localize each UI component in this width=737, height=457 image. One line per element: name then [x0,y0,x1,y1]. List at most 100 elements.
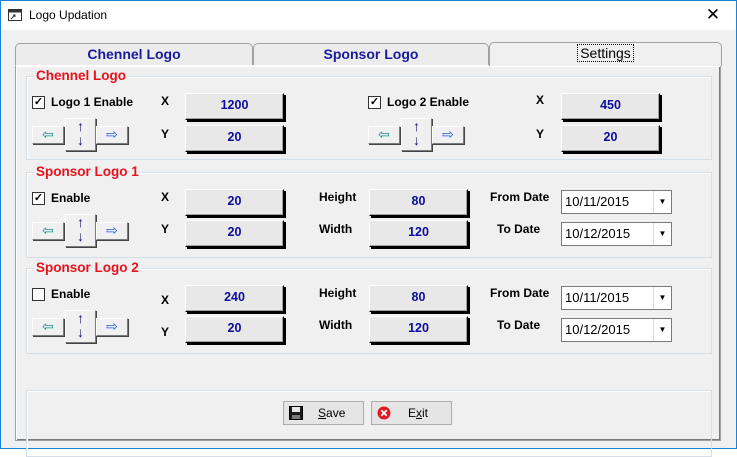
move-up-down-button[interactable]: ↑ ↓ [401,118,432,151]
arrow-down-icon: ↓ [77,132,84,148]
sponsor2-x-label: X [161,293,170,307]
save-accelerator: S [318,406,327,420]
logo2-enable-checkbox[interactable]: ✓ Logo 2 Enable [368,96,469,110]
tab-sponsor-logo[interactable]: Sponsor Logo [253,43,489,65]
sponsor2-height-value[interactable]: 80 [369,285,468,312]
move-left-button[interactable]: ⇦ [32,222,64,240]
save-button[interactable]: Save [283,401,364,425]
button-bar: Save Exit [26,390,712,457]
arrow-up-icon: ↑ [77,214,84,230]
sponsor1-x-value[interactable]: 20 [185,189,284,216]
arrow-left-icon: ⇦ [42,318,54,334]
move-up-down-button[interactable]: ↑ ↓ [65,214,96,247]
move-right-button[interactable]: ⇨ [96,318,128,336]
arrow-up-icon: ↑ [413,118,420,134]
move-right-button[interactable]: ⇨ [432,126,464,144]
arrow-left-icon: ⇦ [378,126,390,142]
check-icon: ✓ [368,96,381,109]
sponsor1-width-value[interactable]: 120 [369,220,468,247]
arrow-left-icon: ⇦ [42,126,54,142]
exit-label-suffix: it [422,406,429,420]
arrow-down-icon: ↓ [77,228,84,244]
sponsor1-height-value[interactable]: 80 [369,189,468,216]
dropdown-arrow-icon[interactable]: ▼ [653,319,671,341]
sponsor2-y-label: Y [161,325,170,339]
arrow-left-icon: ⇦ [42,222,54,238]
sponsor1-height-label: Height [319,190,357,204]
sponsor2-enable-label: Enable [51,287,91,301]
dropdown-arrow-icon[interactable]: ▼ [653,287,671,309]
move-left-button[interactable]: ⇦ [32,318,64,336]
tab-settings[interactable]: Settings [489,42,722,66]
sponsor2-enable-checkbox[interactable]: Enable [32,288,90,302]
move-right-button[interactable]: ⇨ [96,222,128,240]
logo1-x-label: X [161,94,170,108]
logo1-enable-checkbox[interactable]: ✓ Logo 1 Enable [32,96,133,110]
arrow-right-icon: ⇨ [106,222,118,238]
logo2-move-controls: ⇦ ↑ ↓ ⇨ [368,118,466,152]
sponsor1-from-date-value: 10/11/2015 [565,194,630,209]
sponsor1-move-controls: ⇦ ↑ ↓ ⇨ [32,214,130,248]
dropdown-arrow-icon[interactable]: ▼ [653,223,671,245]
close-window-button[interactable]: ✕ [690,1,736,30]
logo2-x-label: X [536,93,545,107]
sponsor2-y-value[interactable]: 20 [185,316,284,343]
move-left-button[interactable]: ⇦ [368,126,400,144]
sponsor2-from-date-label: From Date [490,286,550,300]
sponsor2-width-label: Width [319,318,353,332]
sponsor1-enable-label: Enable [51,191,91,205]
settings-panel: Chennel Logo ✓ Logo 1 Enable X 1200 Y 20 … [15,65,721,457]
sponsor1-from-date-picker[interactable]: 10/11/2015 ▼ [561,190,672,214]
arrow-right-icon: ⇨ [442,126,454,142]
window-title: Logo Updation [29,8,108,22]
sponsor1-to-date-label: To Date [497,222,541,236]
sponsor2-x-value[interactable]: 240 [185,285,284,312]
app-window-icon [8,9,22,21]
sponsor1-y-value[interactable]: 20 [185,220,284,247]
exit-button-label: Exit [408,402,428,424]
sponsor2-from-date-picker[interactable]: 10/11/2015 ▼ [561,286,672,310]
checkbox-empty-icon [32,288,45,301]
save-button-label: Save [318,402,345,424]
sponsor1-enable-checkbox[interactable]: ✓ Enable [32,192,90,206]
arrow-down-icon: ↓ [413,132,420,148]
logo2-enable-label: Logo 2 Enable [387,95,470,109]
logo-updation-window: Logo Updation ✕ Chennel Logo Sponsor Log… [0,0,737,457]
logo1-x-value[interactable]: 1200 [185,93,284,120]
sponsor2-to-date-picker[interactable]: 10/12/2015 ▼ [561,318,672,342]
chennel-logo-legend: Chennel Logo [34,68,128,83]
logo1-y-value[interactable]: 20 [185,125,284,152]
client-area: Chennel Logo Sponsor Logo Settings Chenn… [1,30,736,457]
exit-label-prefix: E [408,406,417,420]
move-right-button[interactable]: ⇨ [96,126,128,144]
move-up-down-button[interactable]: ↑ ↓ [65,310,96,343]
sponsor1-x-label: X [161,190,170,204]
logo2-x-value[interactable]: 450 [561,93,660,120]
check-icon: ✓ [32,192,45,205]
title-bar[interactable]: Logo Updation ✕ [1,1,736,30]
floppy-disk-icon [289,406,303,420]
arrow-up-icon: ↑ [77,118,84,134]
sponsor-logo-1-legend: Sponsor Logo 1 [34,164,141,179]
logo1-y-label: Y [161,127,170,141]
sponsor2-width-value[interactable]: 120 [369,316,468,343]
arrow-right-icon: ⇨ [106,126,118,142]
exit-button[interactable]: Exit [371,401,452,425]
sponsor-logo-2-legend: Sponsor Logo 2 [34,260,141,275]
arrow-down-icon: ↓ [77,324,84,340]
move-left-button[interactable]: ⇦ [32,126,64,144]
tab-settings-label: Settings [577,44,634,62]
tab-chennel-logo[interactable]: Chennel Logo [15,43,253,65]
sponsor2-height-label: Height [319,286,357,300]
logo1-enable-label: Logo 1 Enable [51,95,134,109]
sponsor1-to-date-picker[interactable]: 10/12/2015 ▼ [561,222,672,246]
close-circle-icon [377,406,391,420]
dropdown-arrow-icon[interactable]: ▼ [653,191,671,213]
sponsor2-to-date-value: 10/12/2015 [565,322,631,337]
sponsor1-width-label: Width [319,222,353,236]
logo2-y-value[interactable]: 20 [561,125,660,152]
chennel-logo-group: Chennel Logo ✓ Logo 1 Enable X 1200 Y 20 … [26,68,712,160]
arrow-right-icon: ⇨ [106,318,118,334]
move-up-down-button[interactable]: ↑ ↓ [65,118,96,151]
sponsor2-to-date-label: To Date [497,318,541,332]
